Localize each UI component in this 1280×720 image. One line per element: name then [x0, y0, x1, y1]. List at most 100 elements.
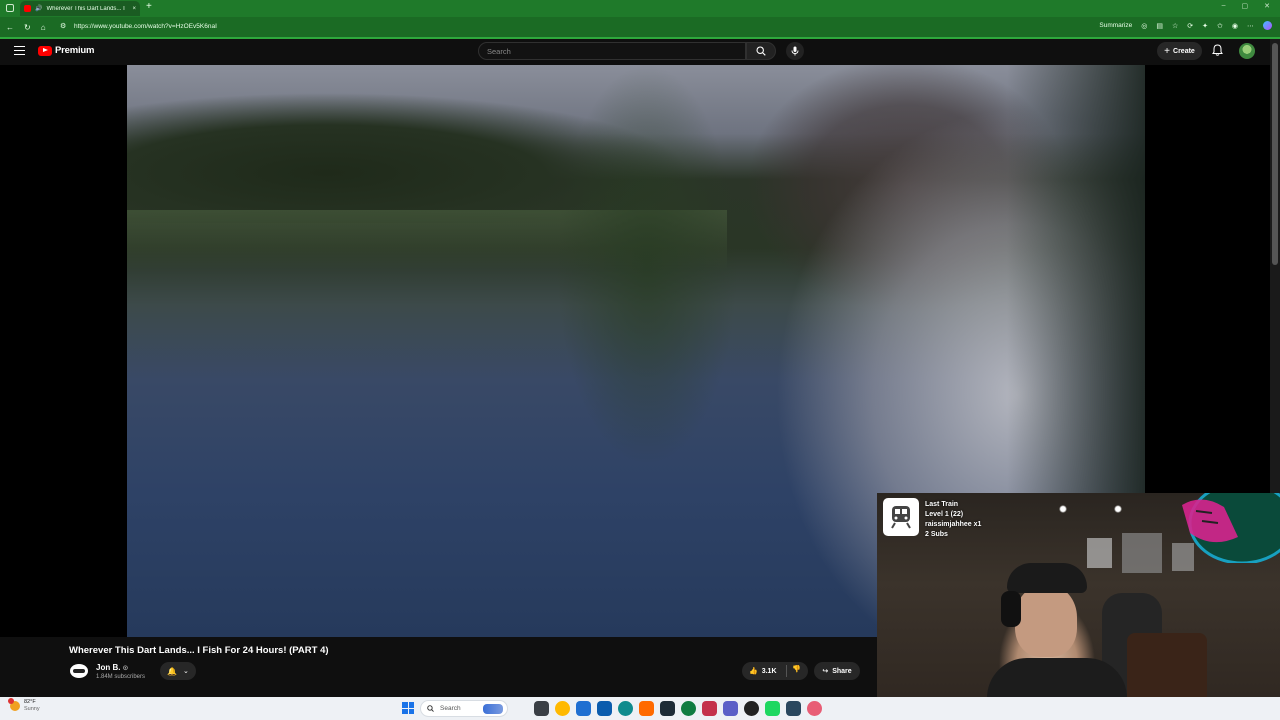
search-highlight-icon: [483, 703, 503, 714]
maximize-button[interactable]: ▢: [1242, 2, 1249, 10]
taskbar-app-icon[interactable]: [639, 701, 654, 716]
train-info-text: Last Train Level 1 (22) raissimjahhee x1…: [925, 498, 981, 540]
streamer-webcam-overlay: Last Train Level 1 (22) raissimjahhee x1…: [877, 493, 1280, 720]
notifications-bell-icon[interactable]: [1212, 44, 1223, 56]
train-subs: 2 Subs: [925, 531, 948, 538]
close-window-button[interactable]: ✕: [1264, 2, 1270, 10]
copilot-icon[interactable]: ◎: [1141, 22, 1147, 30]
logo-text: Premium: [55, 45, 95, 56]
site-info-icon[interactable]: ⚙: [60, 22, 66, 30]
subscription-bell-icon: 🔔: [167, 666, 178, 676]
like-count: 3.1K: [761, 667, 777, 675]
url-field[interactable]: https://www.youtube.com/watch?v=HzOEv5K6…: [74, 23, 217, 30]
tab-overview-icon[interactable]: [6, 4, 14, 12]
video-title: Wherever This Dart Lands... I Fish For 2…: [69, 645, 329, 656]
train-icon: [883, 498, 919, 536]
windows-taskbar: 82°F Sunny Search: [0, 697, 1280, 720]
scrollbar-thumb[interactable]: [1272, 43, 1278, 265]
like-button[interactable]: 👍 3.1K 👎: [742, 662, 808, 680]
webcam-streamer-hat: [1007, 563, 1087, 593]
channel-avatar[interactable]: [70, 664, 88, 678]
back-arrow-icon[interactable]: ←: [6, 23, 14, 32]
favorites-icon[interactable]: ✩: [1217, 22, 1223, 30]
taskbar-app-icon[interactable]: [807, 701, 822, 716]
more-menu-icon[interactable]: ⋯: [1247, 22, 1254, 30]
sun-icon: [8, 698, 20, 711]
home-icon[interactable]: ⌂: [41, 23, 46, 32]
thumbs-down-icon[interactable]: 👎: [792, 665, 801, 673]
youtube-premium-logo[interactable]: Premium: [38, 45, 94, 56]
share-button[interactable]: ↪ Share: [814, 662, 860, 680]
audio-playing-icon[interactable]: 🔊: [35, 5, 42, 12]
weather-temp: 82°F: [24, 699, 36, 705]
taskbar-app-icon[interactable]: [618, 701, 633, 716]
weather-widget[interactable]: 82°F Sunny: [8, 698, 40, 713]
create-label: Create: [1173, 47, 1195, 55]
taskbar-app-icon[interactable]: [660, 701, 675, 716]
taskbar-search-label: Search: [440, 705, 461, 712]
video-scene-foliage: [547, 65, 747, 485]
puzzle-icon[interactable]: ✦: [1202, 22, 1208, 30]
verified-badge-icon: ⊙: [122, 665, 129, 672]
profile-icon[interactable]: ◉: [1232, 22, 1238, 30]
train-title: Last Train: [925, 501, 959, 508]
search-button[interactable]: [746, 42, 776, 60]
taskbar-app-icon[interactable]: [723, 701, 738, 716]
tab-title: Wherever This Dart Lands... I: [46, 5, 125, 12]
taskbar-app-icon[interactable]: [534, 701, 549, 716]
subscriber-count: 1.84M subscribers: [96, 674, 146, 680]
channel-name-link[interactable]: Jon B. ⊙: [96, 663, 128, 672]
share-label: Share: [832, 667, 852, 675]
taskbar-search-box[interactable]: Search: [420, 700, 508, 717]
share-arrow-icon: ↪: [822, 668, 829, 675]
window-controls: – ▢ ✕: [1222, 2, 1270, 10]
weather-text: 82°F Sunny: [24, 699, 40, 713]
plus-icon: +: [1164, 45, 1171, 57]
dart-wheel-graphic: [1182, 493, 1280, 563]
taskbar-pinned-apps: [534, 701, 822, 716]
train-contributor: raissimjahhee x1: [925, 521, 982, 528]
chevron-down-icon: ⌄: [183, 668, 189, 675]
webcam-streamer-face: [1015, 585, 1077, 657]
train-level: Level 1 (22): [925, 511, 964, 518]
like-divider: [786, 665, 787, 677]
voice-search-button[interactable]: [786, 42, 804, 60]
taskbar-search-icon: [427, 705, 434, 712]
youtube-play-icon: [38, 45, 52, 56]
favorite-star-icon[interactable]: ☆: [1172, 22, 1178, 30]
microphone-icon: [791, 46, 799, 56]
address-bar-actions: Summarize ◎ ▤ ☆ ⟳ ✦ ✩ ◉ ⋯: [1099, 21, 1272, 30]
create-button[interactable]: + Create: [1157, 42, 1202, 60]
youtube-header: Premium Search + Create: [0, 39, 1280, 65]
user-avatar[interactable]: [1239, 43, 1255, 59]
extensions-icon[interactable]: ⟳: [1187, 22, 1193, 30]
webcam-streamer-headset: [1001, 591, 1021, 627]
windows-start-icon[interactable]: [402, 702, 414, 714]
taskbar-app-icon[interactable]: [702, 701, 717, 716]
youtube-favicon-icon: [24, 5, 31, 12]
taskbar-app-icon[interactable]: [786, 701, 801, 716]
taskbar-app-icon[interactable]: [744, 701, 759, 716]
taskbar-app-icon[interactable]: [555, 701, 570, 716]
taskbar-app-icon[interactable]: [597, 701, 612, 716]
edge-copilot-icon[interactable]: [1263, 21, 1272, 30]
train-info-box: Last Train Level 1 (22) raissimjahhee x1…: [883, 498, 981, 540]
summarize-button[interactable]: Summarize: [1099, 22, 1132, 29]
menu-hamburger-icon[interactable]: [14, 46, 25, 55]
search-icon: [756, 46, 766, 56]
browser-address-bar: ← ↻ ⌂ ⚙ https://www.youtube.com/watch?v=…: [0, 17, 1280, 37]
reader-mode-icon[interactable]: ▤: [1156, 22, 1163, 30]
taskbar-app-icon[interactable]: [681, 701, 696, 716]
subscription-bell-button[interactable]: 🔔 ⌄: [160, 662, 196, 680]
new-tab-button[interactable]: +: [146, 1, 152, 12]
tab-youtube-video[interactable]: 🔊 Wherever This Dart Lands... I ×: [20, 1, 140, 16]
minimize-button[interactable]: –: [1222, 2, 1226, 10]
tab-close-icon[interactable]: ×: [132, 6, 136, 12]
search-input[interactable]: Search: [478, 42, 746, 60]
channel-name: Jon B.: [96, 663, 121, 672]
browser-tab-bar: 🔊 Wherever This Dart Lands... I × + – ▢ …: [0, 0, 1280, 17]
thumbs-up-icon: 👍: [749, 668, 758, 675]
refresh-icon[interactable]: ↻: [24, 23, 31, 32]
taskbar-app-icon[interactable]: [576, 701, 591, 716]
taskbar-app-icon[interactable]: [765, 701, 780, 716]
